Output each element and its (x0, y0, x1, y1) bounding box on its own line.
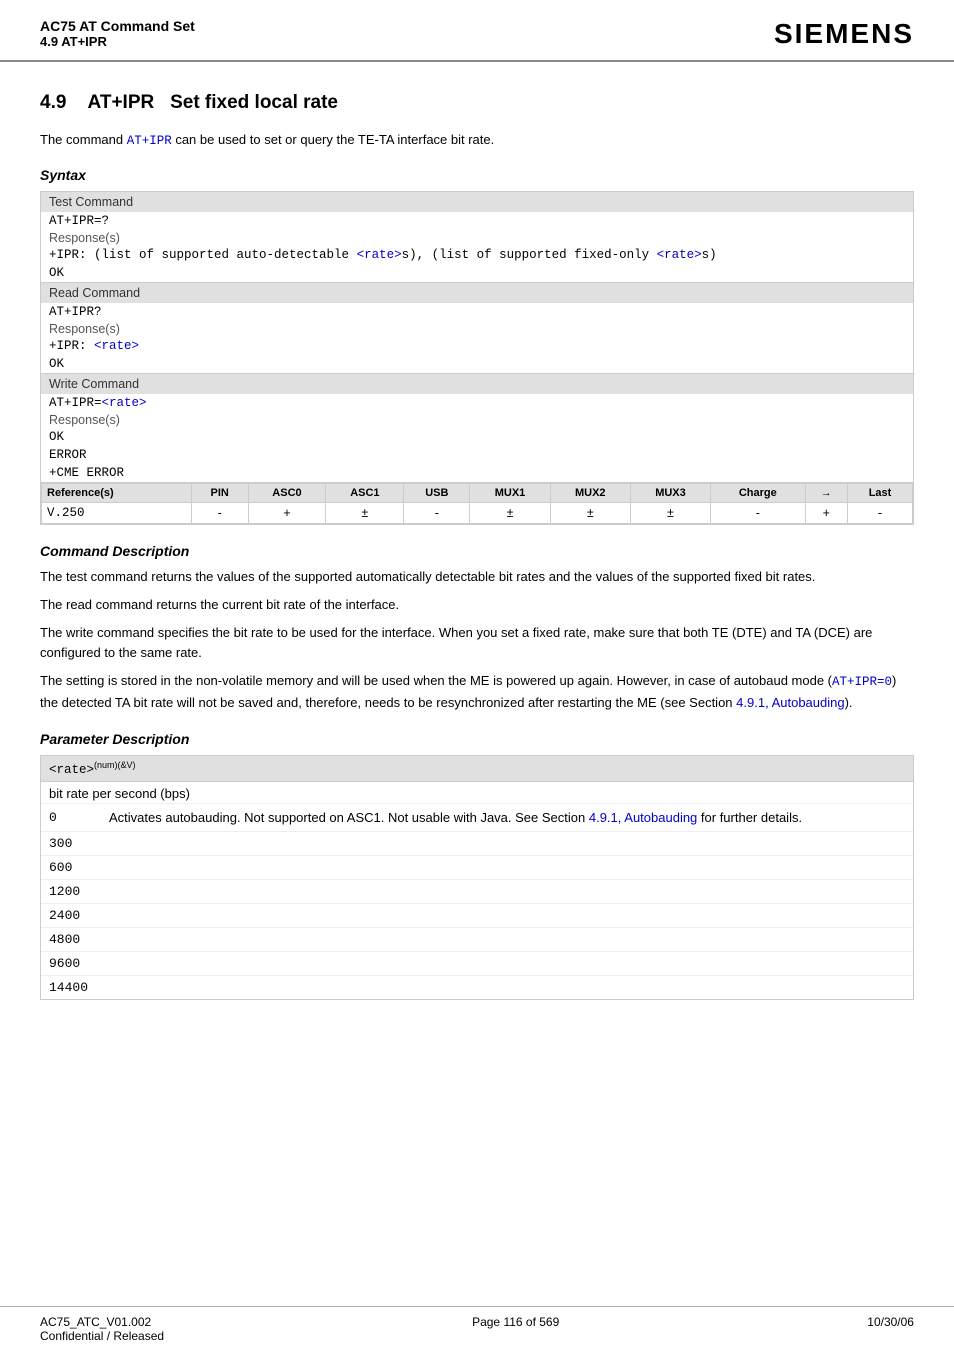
test-cmd-response-ok: OK (41, 264, 913, 282)
param-val-2400: 2400 (41, 904, 913, 928)
param-val-1200: 1200 (41, 880, 913, 904)
ref-table-row-v250: V.250 - + ± - ± ± ± - + - (42, 502, 913, 523)
ref-col-asc0: ASC0 (248, 483, 326, 502)
write-cmd-response-label: Response(s) (41, 412, 913, 428)
param-val-9600: 9600 (41, 952, 913, 976)
param-val-300-num: 300 (49, 836, 109, 851)
footer-date: 10/30/06 (867, 1315, 914, 1343)
doc-subtitle: 4.9 AT+IPR (40, 34, 195, 49)
param-val-14400-num: 14400 (49, 980, 109, 995)
section-intro: The command AT+IPR can be used to set or… (40, 130, 914, 151)
ref-table-header: Reference(s) PIN ASC0 ASC1 USB MUX1 MUX2… (42, 483, 913, 502)
syntax-label: Syntax (40, 167, 914, 183)
header-right: SIEMENS (774, 18, 914, 50)
ref-val-arrow: + (805, 502, 847, 523)
param-val-0-num: 0 (49, 808, 109, 828)
test-cmd-code: AT+IPR=? (41, 212, 913, 230)
ref-val-asc1: ± (326, 502, 404, 523)
write-cmd-code: AT+IPR=<rate> (41, 394, 913, 412)
ref-val-name: V.250 (42, 502, 192, 523)
write-cmd-response-ok: OK (41, 428, 913, 446)
read-cmd-code: AT+IPR? (41, 303, 913, 321)
section-heading: 4.9 AT+IPR Set fixed local rate (40, 92, 914, 114)
footer-page-number: Page 116 of 569 (472, 1315, 559, 1343)
param-val-1200-num: 1200 (49, 884, 109, 899)
cmd-desc-para1: The test command returns the values of t… (40, 567, 914, 587)
ref-col-mux1: MUX1 (470, 483, 550, 502)
command-table: Test Command AT+IPR=? Response(s) +IPR: … (40, 191, 914, 525)
param-desc-title: Parameter Description (40, 731, 914, 747)
page-header: AC75 AT Command Set 4.9 AT+IPR SIEMENS (0, 0, 954, 62)
footer-left: AC75_ATC_V01.002 Confidential / Released (40, 1315, 164, 1343)
intro-cmd: AT+IPR (127, 134, 172, 148)
ref-col-mux3: MUX3 (630, 483, 710, 502)
ref-val-last: - (848, 502, 913, 523)
read-command-section: Read Command AT+IPR? Response(s) +IPR: <… (41, 283, 913, 374)
read-cmd-response-label: Response(s) (41, 321, 913, 337)
ref-val-pin: - (191, 502, 248, 523)
section-link-autobauding[interactable]: 4.9.1, Autobauding (736, 695, 844, 710)
ref-val-usb: - (404, 502, 470, 523)
param-val-600: 600 (41, 856, 913, 880)
read-cmd-response-ok: OK (41, 355, 913, 373)
param-label-row: bit rate per second (bps) (41, 782, 913, 804)
read-cmd-response-line1: +IPR: <rate> (41, 337, 913, 355)
section-cmd: AT+IPR (88, 92, 155, 113)
section-number: 4.9 (40, 92, 66, 113)
write-cmd-response-error: ERROR (41, 446, 913, 464)
param-header-row: <rate>(num)(&V) (41, 756, 913, 782)
ref-col-arrow: → (805, 483, 847, 502)
param-name: <rate> (49, 763, 94, 777)
test-cmd-header: Test Command (41, 192, 913, 212)
param-type: (num)(&V) (94, 760, 136, 770)
reference-section: Reference(s) PIN ASC0 ASC1 USB MUX1 MUX2… (41, 483, 913, 524)
write-cmd-response-cme: +CME ERROR (41, 464, 913, 482)
write-command-section: Write Command AT+IPR=<rate> Response(s) … (41, 374, 913, 483)
ref-col-charge: Charge (711, 483, 805, 502)
ref-col-mux2: MUX2 (550, 483, 630, 502)
ref-val-mux1: ± (470, 502, 550, 523)
cmd-desc-title: Command Description (40, 543, 914, 559)
param-val-9600-num: 9600 (49, 956, 109, 971)
ref-col-name: Reference(s) (42, 483, 192, 502)
inline-cmd-ref: AT+IPR=0 (832, 675, 892, 689)
write-cmd-header: Write Command (41, 374, 913, 394)
ref-col-last: Last (848, 483, 913, 502)
ref-val-charge: - (711, 502, 805, 523)
brand-logo: SIEMENS (774, 18, 914, 50)
doc-title: AC75 AT Command Set (40, 18, 195, 34)
test-cmd-response-label: Response(s) (41, 230, 913, 246)
header-left: AC75 AT Command Set 4.9 AT+IPR (40, 18, 195, 49)
param-val-0-link[interactable]: 4.9.1, Autobauding (589, 810, 697, 825)
param-val-14400: 14400 (41, 976, 913, 999)
footer-doc-version: AC75_ATC_V01.002 (40, 1315, 164, 1329)
test-command-section: Test Command AT+IPR=? Response(s) +IPR: … (41, 192, 913, 283)
page-content: 4.9 AT+IPR Set fixed local rate The comm… (0, 62, 954, 1096)
param-table: <rate>(num)(&V) bit rate per second (bps… (40, 755, 914, 1001)
cmd-desc-para3: The write command specifies the bit rate… (40, 623, 914, 663)
param-val-600-num: 600 (49, 860, 109, 875)
param-val-4800-num: 4800 (49, 932, 109, 947)
page-footer: AC75_ATC_V01.002 Confidential / Released… (0, 1306, 954, 1351)
param-val-2400-num: 2400 (49, 908, 109, 923)
footer-confidentiality: Confidential / Released (40, 1329, 164, 1343)
intro-pre: The command (40, 132, 127, 147)
cmd-desc-para2: The read command returns the current bit… (40, 595, 914, 615)
test-cmd-response-line1: +IPR: (list of supported auto-detectable… (41, 246, 913, 264)
param-val-0-desc: Activates autobauding. Not supported on … (109, 808, 802, 828)
intro-post: can be used to set or query the TE-TA in… (172, 132, 495, 147)
ref-col-usb: USB (404, 483, 470, 502)
param-val-0: 0 Activates autobauding. Not supported o… (41, 804, 913, 833)
ref-val-asc0: + (248, 502, 326, 523)
param-val-300: 300 (41, 832, 913, 856)
read-cmd-header: Read Command (41, 283, 913, 303)
ref-col-asc1: ASC1 (326, 483, 404, 502)
ref-col-pin: PIN (191, 483, 248, 502)
section-subtitle: Set fixed local rate (170, 92, 338, 113)
ref-val-mux3: ± (630, 502, 710, 523)
cmd-desc-para4: The setting is stored in the non-volatil… (40, 671, 914, 713)
param-val-4800: 4800 (41, 928, 913, 952)
ref-table: Reference(s) PIN ASC0 ASC1 USB MUX1 MUX2… (41, 483, 913, 524)
ref-val-mux2: ± (550, 502, 630, 523)
